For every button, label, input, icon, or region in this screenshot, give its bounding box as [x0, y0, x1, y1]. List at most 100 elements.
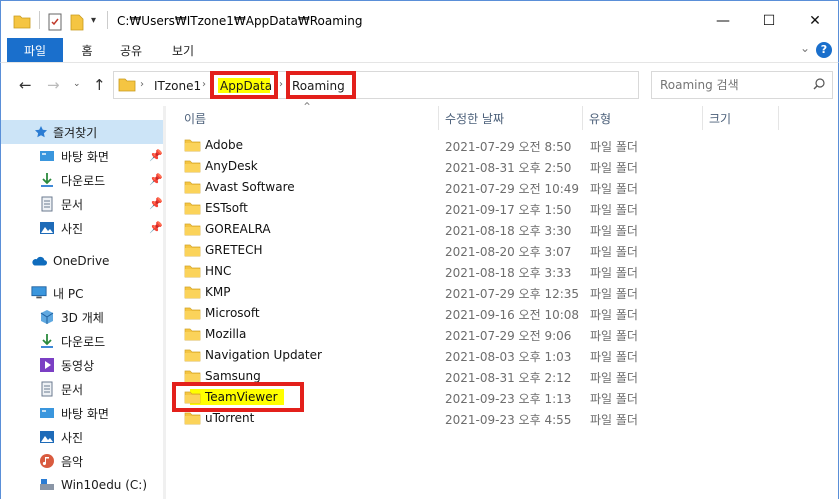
folder-icon	[184, 264, 201, 281]
file-date: 2021-08-20 오후 3:07	[445, 245, 572, 259]
sidebar-item-documents-pc[interactable]: 문서	[1, 377, 163, 401]
file-date: 2021-07-29 오전 9:06	[445, 329, 572, 343]
table-row[interactable]: GRETECH 2021-08-20 오후 3:07 파일 폴더	[180, 240, 780, 261]
column-header-size[interactable]: 크기	[709, 106, 731, 130]
sidebar-item-label: 동영상	[61, 358, 95, 373]
column-divider[interactable]	[702, 106, 703, 130]
column-header-type[interactable]: 유형	[589, 106, 611, 130]
table-row[interactable]: ESTsoft 2021-09-17 오후 1:50 파일 폴더	[180, 198, 780, 219]
breadcrumb-itzone1[interactable]: ITzone1	[154, 79, 201, 93]
customize-qa-dropdown-icon[interactable]: ▾	[91, 15, 96, 26]
file-name: AnyDesk	[205, 159, 258, 173]
ribbon-expand-icon[interactable]: ⌄	[800, 41, 810, 55]
ribbon: 파일 홈 공유 보기 ⌄ ?	[0, 38, 839, 62]
column-divider[interactable]	[582, 106, 583, 130]
column-divider[interactable]	[778, 106, 779, 130]
file-list: ⌃ 이름 수정한 날짜 유형 크기 Adobe 2021-07-29 오전 8:5…	[166, 100, 839, 499]
column-header-date[interactable]: 수정한 날짜	[445, 106, 504, 130]
sidebar-item-desktop-pc[interactable]: 바탕 화면	[1, 401, 163, 425]
table-row[interactable]: Navigation Updater 2021-08-03 오후 1:03 파일 폴…	[180, 345, 780, 366]
sidebar-item-this-pc[interactable]: 내 PC	[1, 281, 163, 305]
file-type: 파일 폴더	[590, 350, 638, 364]
search-icon[interactable]	[812, 77, 826, 94]
table-row[interactable]: Mozilla 2021-07-29 오전 9:06 파일 폴더	[180, 324, 780, 345]
breadcrumb-separator-icon[interactable]: ›	[279, 79, 283, 90]
table-row[interactable]: uTorrent 2021-09-23 오후 4:55 파일 폴더	[180, 408, 780, 429]
star-icon	[33, 124, 49, 140]
tab-share[interactable]: 공유	[111, 38, 151, 62]
sidebar-item-label: 사진	[61, 221, 84, 236]
sidebar-item-desktop[interactable]: 바탕 화면 📌	[1, 144, 163, 168]
new-folder-icon[interactable]	[69, 13, 85, 31]
download-icon	[39, 333, 55, 349]
pin-icon[interactable]: 📌	[149, 221, 163, 234]
table-row[interactable]: Avast Software 2021-07-29 오전 10:49 파일 폴더	[180, 177, 780, 198]
sidebar-item-videos[interactable]: 동영상	[1, 353, 163, 377]
maximize-button[interactable]: ☐	[746, 1, 792, 41]
file-name: uTorrent	[205, 411, 255, 425]
table-row[interactable]: KMP 2021-07-29 오후 12:35 파일 폴더	[180, 282, 780, 303]
breadcrumb-appdata[interactable]: AppData	[220, 79, 272, 93]
table-row[interactable]: GOREALRA 2021-08-18 오후 3:30 파일 폴더	[180, 219, 780, 240]
help-button[interactable]: ?	[816, 42, 832, 58]
file-name: Mozilla	[205, 327, 247, 341]
sidebar-item-onedrive[interactable]: OneDrive	[1, 249, 163, 273]
address-bar[interactable]: › ITzone1 › AppData › Roaming ⌄ ↻	[113, 71, 733, 99]
sidebar-item-label: 다운로드	[61, 173, 106, 188]
picture-icon	[39, 429, 55, 445]
properties-icon[interactable]	[47, 13, 63, 31]
recent-locations-icon[interactable]: ⌄	[73, 79, 81, 89]
file-name: Avast Software	[205, 180, 295, 194]
tab-home[interactable]: 홈	[67, 38, 107, 62]
folder-icon	[184, 348, 201, 365]
sidebar-item-pictures[interactable]: 사진 📌	[1, 216, 163, 240]
forward-icon[interactable]: →	[47, 76, 60, 94]
file-name: KMP	[205, 285, 231, 299]
folder-icon	[118, 77, 136, 95]
tab-view[interactable]: 보기	[159, 38, 207, 62]
pin-icon[interactable]: 📌	[149, 149, 163, 162]
table-row[interactable]: Microsoft 2021-09-16 오전 10:08 파일 폴더	[180, 303, 780, 324]
tab-file[interactable]: 파일	[7, 38, 63, 62]
file-name: Adobe	[205, 138, 243, 152]
sidebar-item-quick-access[interactable]: 즐겨찾기	[1, 120, 163, 144]
file-name: ESTsoft	[205, 201, 248, 215]
column-header-name[interactable]: 이름	[184, 106, 206, 130]
sidebar-item-label: Win10edu (C:)	[61, 478, 148, 492]
file-type: 파일 폴더	[590, 182, 638, 196]
sidebar-item-drive-c[interactable]: Win10edu (C:)	[1, 473, 163, 497]
file-type: 파일 폴더	[590, 266, 638, 280]
breadcrumb-separator-icon[interactable]: ›	[140, 79, 144, 90]
minimize-button[interactable]: —	[700, 1, 746, 41]
sidebar-item-pictures-pc[interactable]: 사진	[1, 425, 163, 449]
pin-icon[interactable]: 📌	[149, 197, 163, 210]
sidebar-item-label: 즐겨찾기	[53, 125, 98, 140]
sidebar-item-3d-objects[interactable]: 3D 개체	[1, 305, 163, 329]
table-row[interactable]: AnyDesk 2021-08-31 오후 2:50 파일 폴더	[180, 156, 780, 177]
sidebar-item-music[interactable]: 음악	[1, 449, 163, 473]
sidebar-item-downloads-pc[interactable]: 다운로드	[1, 329, 163, 353]
sidebar-item-label: 사진	[61, 430, 84, 445]
3d-objects-icon	[39, 309, 55, 325]
column-divider[interactable]	[438, 106, 439, 130]
pin-icon[interactable]: 📌	[149, 173, 163, 186]
sidebar-item-downloads[interactable]: 다운로드 📌	[1, 168, 163, 192]
table-row[interactable]: TeamViewer 2021-09-23 오후 1:13 파일 폴더	[172, 382, 780, 412]
file-name: Navigation Updater	[205, 348, 322, 362]
folder-icon	[184, 390, 201, 407]
breadcrumb-roaming[interactable]: Roaming	[292, 79, 345, 93]
search-box[interactable]	[651, 71, 833, 99]
sidebar-item-documents[interactable]: 문서 📌	[1, 192, 163, 216]
search-input[interactable]	[652, 72, 802, 98]
back-icon[interactable]: ←	[19, 76, 32, 94]
table-row[interactable]: HNC 2021-08-18 오후 3:33 파일 폴더	[180, 261, 780, 282]
document-icon	[39, 196, 55, 212]
folder-icon	[184, 138, 201, 155]
breadcrumb-separator-icon[interactable]: ›	[202, 79, 206, 90]
file-type: 파일 폴더	[590, 371, 638, 385]
folder-icon	[184, 411, 201, 428]
close-button[interactable]: ✕	[792, 1, 838, 41]
sidebar-item-label: 문서	[61, 197, 84, 212]
table-row[interactable]: Adobe 2021-07-29 오전 8:50 파일 폴더	[180, 135, 780, 156]
up-icon[interactable]: ↑	[93, 76, 106, 94]
